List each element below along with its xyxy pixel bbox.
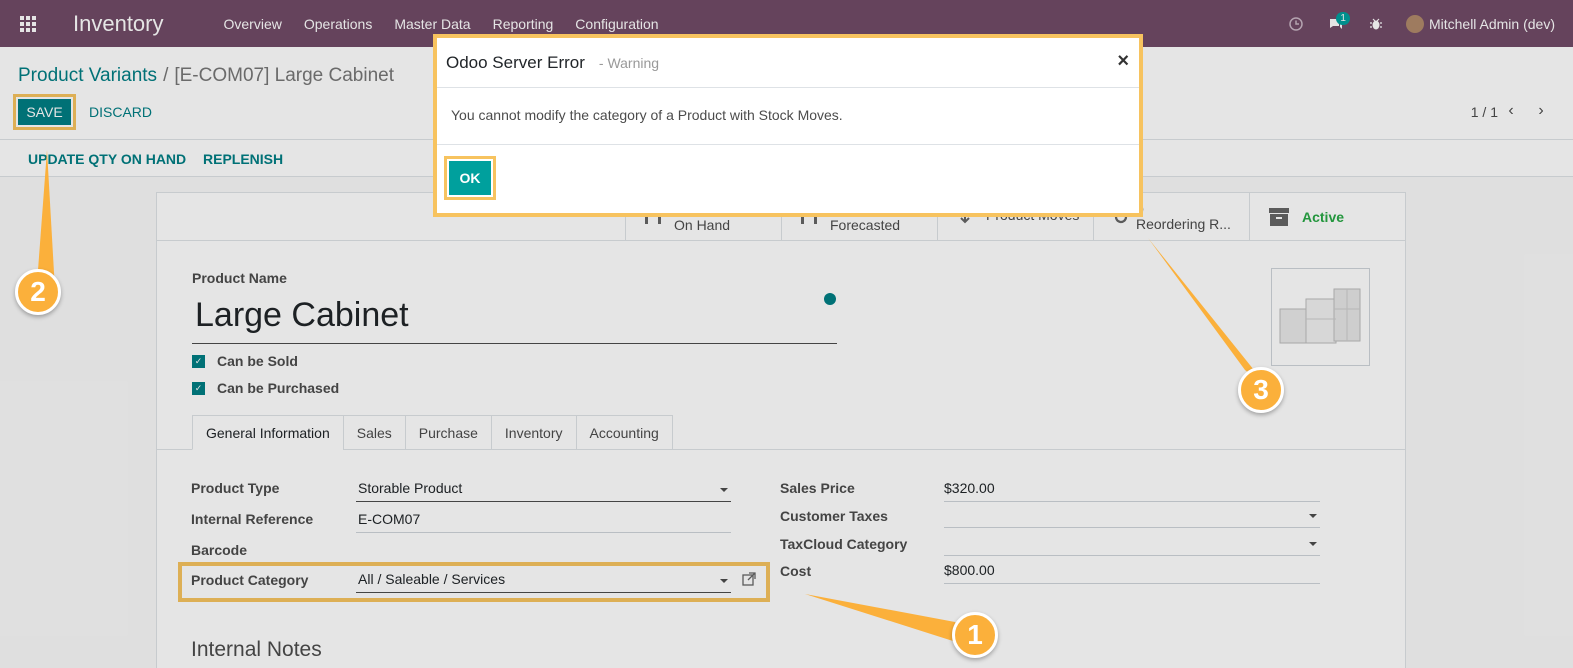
dialog-header: Odoo Server Error - Warning × <box>437 38 1139 88</box>
callout-badge-1: 1 <box>952 612 998 658</box>
dialog-subtitle: - Warning <box>598 54 660 71</box>
close-icon[interactable]: × <box>1117 50 1129 73</box>
callout-badge-3: 3 <box>1238 367 1284 413</box>
error-dialog: Odoo Server Error - Warning × You cannot… <box>433 34 1143 217</box>
dialog-message: You cannot modify the category of a Prod… <box>437 88 1139 145</box>
ok-button[interactable]: OK <box>444 156 496 200</box>
dialog-footer: OK <box>437 145 1139 211</box>
dialog-title: Odoo Server Error <box>446 52 585 72</box>
callout-badge-2: 2 <box>15 269 61 315</box>
callout-3-arrow <box>1148 238 1270 390</box>
callout-1-arrow <box>805 594 975 648</box>
